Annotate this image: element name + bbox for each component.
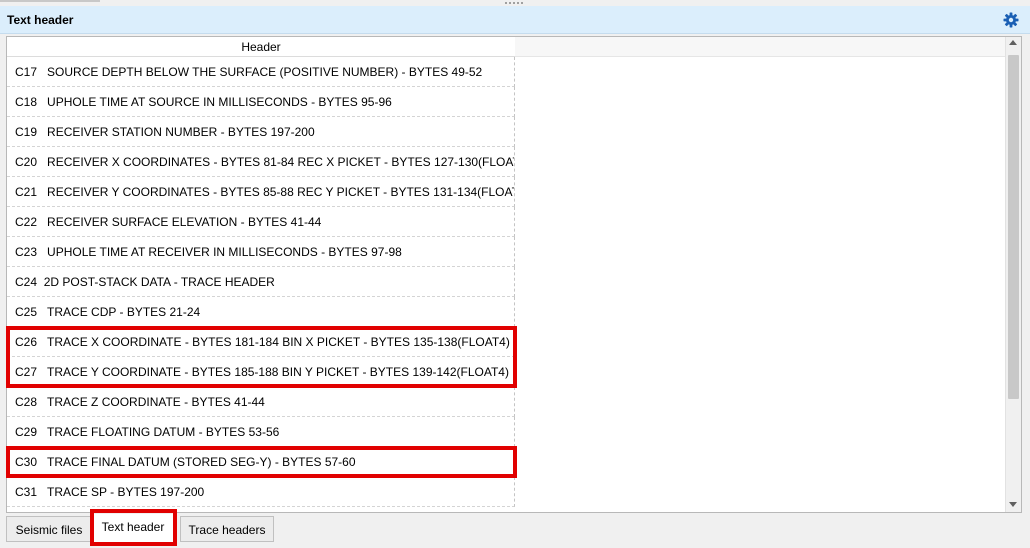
bottom-tab-bar: Seismic files Text header Trace headers	[0, 514, 1030, 548]
row-text: TRACE SP - BYTES 197-200	[47, 485, 205, 499]
table-row[interactable]: C26 TRACE X COORDINATE - BYTES 181-184 B…	[7, 327, 515, 357]
table-row[interactable]: C17 SOURCE DEPTH BELOW THE SURFACE (POSI…	[7, 57, 515, 87]
row-text: RECEIVER Y COORDINATES - BYTES 85-88 REC…	[47, 185, 515, 199]
vertical-scrollbar[interactable]	[1005, 37, 1021, 512]
row-code: C19	[15, 125, 38, 139]
splitter-grip[interactable]	[505, 2, 525, 4]
table-row[interactable]: C30 TRACE FINAL DATUM (STORED SEG-Y) - B…	[7, 447, 515, 477]
gear-icon[interactable]	[1003, 12, 1019, 28]
panel-title-bar: Text header	[0, 6, 1030, 34]
row-code: C27	[15, 365, 38, 379]
table-row[interactable]: C22 RECEIVER SURFACE ELEVATION - BYTES 4…	[7, 207, 515, 237]
table-row[interactable]: C20 RECEIVER X COORDINATES - BYTES 81-84…	[7, 147, 515, 177]
scroll-down-icon[interactable]	[1009, 502, 1017, 507]
row-code: C20	[15, 155, 38, 169]
table-rows: C17 SOURCE DEPTH BELOW THE SURFACE (POSI…	[7, 57, 515, 507]
row-code: C24	[15, 275, 38, 289]
row-text: TRACE X COORDINATE - BYTES 181-184 BIN X…	[47, 335, 510, 349]
row-code: C23	[15, 245, 38, 259]
table-row[interactable]: C27 TRACE Y COORDINATE - BYTES 185-188 B…	[7, 357, 515, 387]
row-text: RECEIVER SURFACE ELEVATION - BYTES 41-44	[47, 215, 322, 229]
table-row[interactable]: C19 RECEIVER STATION NUMBER - BYTES 197-…	[7, 117, 515, 147]
row-text: 2D POST-STACK DATA - TRACE HEADER	[43, 275, 275, 289]
column-header-header[interactable]: Header	[7, 37, 515, 57]
row-text: TRACE FLOATING DATUM - BYTES 53-56	[47, 425, 280, 439]
row-code: C26	[15, 335, 38, 349]
table-row[interactable]: C31 TRACE SP - BYTES 197-200	[7, 477, 515, 507]
row-text: TRACE Z COORDINATE - BYTES 41-44	[47, 395, 265, 409]
text-header-table: Header C17 SOURCE DEPTH BELOW THE SURFAC…	[6, 36, 1022, 513]
row-code: C25	[15, 305, 38, 319]
row-text: TRACE FINAL DATUM (STORED SEG-Y) - BYTES…	[47, 455, 356, 469]
tab-trace-headers[interactable]: Trace headers	[180, 516, 274, 542]
row-text: UPHOLE TIME AT SOURCE IN MILLISECONDS - …	[47, 95, 392, 109]
row-code: C28	[15, 395, 38, 409]
table-row[interactable]: C23 UPHOLE TIME AT RECEIVER IN MILLISECO…	[7, 237, 515, 267]
row-text: TRACE CDP - BYTES 21-24	[47, 305, 201, 319]
table-row[interactable]: C21 RECEIVER Y COORDINATES - BYTES 85-88…	[7, 177, 515, 207]
row-code: C30	[15, 455, 38, 469]
scroll-thumb[interactable]	[1008, 55, 1019, 399]
row-text: UPHOLE TIME AT RECEIVER IN MILLISECONDS …	[47, 245, 402, 259]
table-row[interactable]: C18 UPHOLE TIME AT SOURCE IN MILLISECOND…	[7, 87, 515, 117]
column-header-filler	[515, 37, 1006, 57]
row-text: TRACE Y COORDINATE - BYTES 185-188 BIN Y…	[47, 365, 509, 379]
row-code: C22	[15, 215, 38, 229]
row-code: C18	[15, 95, 38, 109]
row-text: RECEIVER STATION NUMBER - BYTES 197-200	[47, 125, 315, 139]
row-code: C31	[15, 485, 38, 499]
table-row[interactable]: C29 TRACE FLOATING DATUM - BYTES 53-56	[7, 417, 515, 447]
table-row[interactable]: C24 2D POST-STACK DATA - TRACE HEADER	[7, 267, 515, 297]
row-text: SOURCE DEPTH BELOW THE SURFACE (POSITIVE…	[47, 65, 483, 79]
row-code: C21	[15, 185, 38, 199]
upper-tab-edge	[0, 0, 100, 2]
row-code: C17	[15, 65, 38, 79]
table-row[interactable]: C28 TRACE Z COORDINATE - BYTES 41-44	[7, 387, 515, 417]
row-text: RECEIVER X COORDINATES - BYTES 81-84 REC…	[47, 155, 515, 169]
table-row[interactable]: C25 TRACE CDP - BYTES 21-24	[7, 297, 515, 327]
panel-title: Text header	[7, 13, 74, 27]
scroll-up-icon[interactable]	[1009, 40, 1017, 45]
tab-seismic-files[interactable]: Seismic files	[6, 516, 92, 542]
tab-text-header[interactable]: Text header	[92, 514, 174, 543]
row-code: C29	[15, 425, 38, 439]
